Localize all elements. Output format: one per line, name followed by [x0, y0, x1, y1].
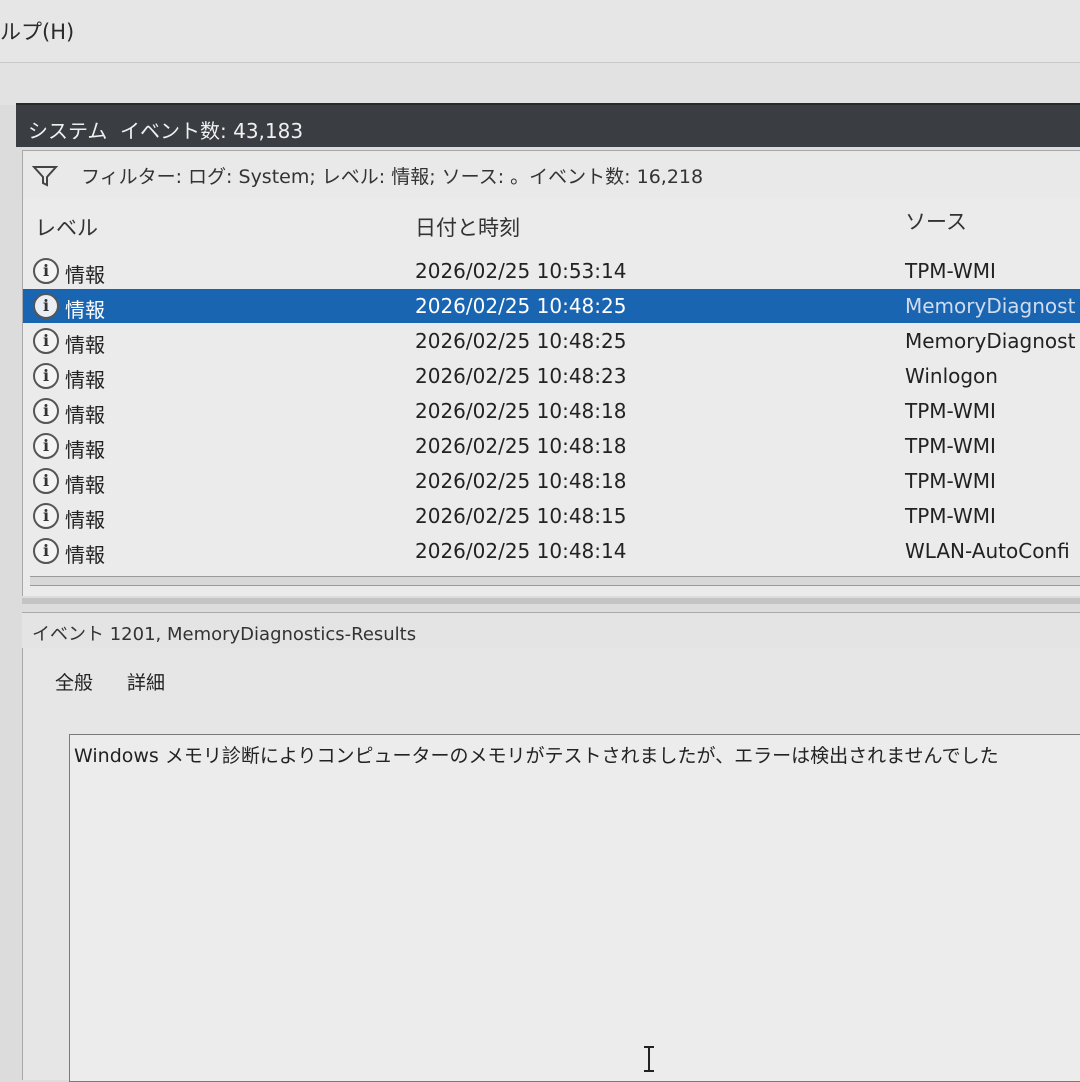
log-name: システム: [28, 119, 108, 143]
info-icon: i: [33, 398, 59, 424]
event-level: 情報: [65, 473, 105, 497]
event-level: 情報: [65, 298, 105, 322]
pane-splitter[interactable]: [22, 598, 1080, 604]
text-cursor-icon: [644, 1046, 654, 1072]
event-datetime: 2026/02/25 10:48:15: [415, 504, 627, 528]
info-icon: i: [33, 258, 59, 284]
info-icon: i: [33, 503, 59, 529]
event-row[interactable]: i 情報 2026/02/25 10:48:15 TPM-WMI: [23, 499, 1080, 533]
event-level: 情報: [65, 263, 105, 287]
event-row[interactable]: i 情報 2026/02/25 10:53:14 TPM-WMI: [23, 254, 1080, 288]
event-datetime: 2026/02/25 10:48:18: [415, 469, 627, 493]
event-row[interactable]: i 情報 2026/02/25 10:48:14 WLAN-AutoConfi: [23, 534, 1080, 568]
column-header-level[interactable]: レベル: [35, 212, 98, 242]
event-level: 情報: [65, 403, 105, 427]
event-source: WLAN-AutoConfi: [905, 539, 1070, 563]
info-icon: i: [33, 328, 59, 354]
event-datetime: 2026/02/25 10:48:18: [415, 399, 627, 423]
event-level: 情報: [65, 508, 105, 532]
event-level: 情報: [65, 333, 105, 357]
tab-general[interactable]: 全般: [55, 668, 93, 695]
info-icon: i: [33, 538, 59, 564]
tab-details[interactable]: 詳細: [127, 668, 165, 695]
horizontal-scrollbar[interactable]: [30, 576, 1080, 586]
info-icon: i: [33, 468, 59, 494]
event-row[interactable]: i 情報 2026/02/25 10:48:18 TPM-WMI: [23, 394, 1080, 428]
event-source: MemoryDiagnost: [905, 294, 1076, 318]
event-row[interactable]: i 情報 2026/02/25 10:48:18 TPM-WMI: [23, 464, 1080, 498]
event-level: 情報: [65, 368, 105, 392]
info-icon: i: [33, 363, 59, 389]
event-detail-title: イベント 1201, MemoryDiagnostics-Results: [32, 624, 417, 645]
event-source: TPM-WMI: [905, 434, 996, 458]
event-datetime: 2026/02/25 10:48:14: [415, 539, 627, 563]
menu-bar: ルプ(H): [0, 0, 1080, 63]
column-header-source[interactable]: ソース: [905, 206, 967, 236]
filter-bar: フィルター: ログ: System; レベル: 情報; ソース: 。イベント数:…: [22, 150, 1080, 200]
funnel-icon: [31, 166, 59, 187]
event-datetime: 2026/02/25 10:48:18: [415, 434, 627, 458]
event-datetime: 2026/02/25 10:48:25: [415, 294, 627, 318]
event-detail-pane: 全般 詳細 Windows メモリ診断によりコンピューターのメモリがテストされま…: [22, 648, 1080, 1082]
event-detail-header: イベント 1201, MemoryDiagnostics-Results: [22, 612, 1080, 650]
menu-help[interactable]: ルプ(H): [0, 16, 74, 46]
event-source: TPM-WMI: [905, 399, 996, 423]
log-title-bar: システム イベント数: 43,183: [16, 103, 1080, 147]
event-message-box[interactable]: Windows メモリ診断によりコンピューターのメモリがテストされましたが、エラ…: [69, 734, 1080, 1082]
toolbar-area: [0, 63, 1080, 105]
event-source: TPM-WMI: [905, 469, 996, 493]
column-header-date[interactable]: 日付と時刻: [415, 212, 520, 242]
event-datetime: 2026/02/25 10:53:14: [415, 259, 627, 283]
event-row[interactable]: i 情報 2026/02/25 10:48:25 MemoryDiagnost: [23, 289, 1080, 323]
event-datetime: 2026/02/25 10:48:23: [415, 364, 627, 388]
event-level: 情報: [65, 543, 105, 567]
event-datetime: 2026/02/25 10:48:25: [415, 329, 627, 353]
info-icon: i: [33, 433, 59, 459]
event-message: Windows メモリ診断によりコンピューターのメモリがテストされましたが、エラ…: [74, 745, 999, 767]
event-source: Winlogon: [905, 364, 998, 388]
filter-description: フィルター: ログ: System; レベル: 情報; ソース: 。イベント数:…: [81, 166, 704, 188]
event-source: TPM-WMI: [905, 259, 996, 283]
event-count: イベント数: 43,183: [120, 119, 304, 143]
event-source: MemoryDiagnost: [905, 329, 1076, 353]
event-list: レベル 日付と時刻 ソース i 情報 2026/02/25 10:53:14 TPM-…: [22, 198, 1080, 596]
event-row[interactable]: i 情報 2026/02/25 10:48:23 Winlogon: [23, 359, 1080, 393]
event-level: 情報: [65, 438, 105, 462]
event-source: TPM-WMI: [905, 504, 996, 528]
info-icon: i: [33, 293, 59, 319]
event-row[interactable]: i 情報 2026/02/25 10:48:25 MemoryDiagnost: [23, 324, 1080, 358]
event-row[interactable]: i 情報 2026/02/25 10:48:18 TPM-WMI: [23, 429, 1080, 463]
